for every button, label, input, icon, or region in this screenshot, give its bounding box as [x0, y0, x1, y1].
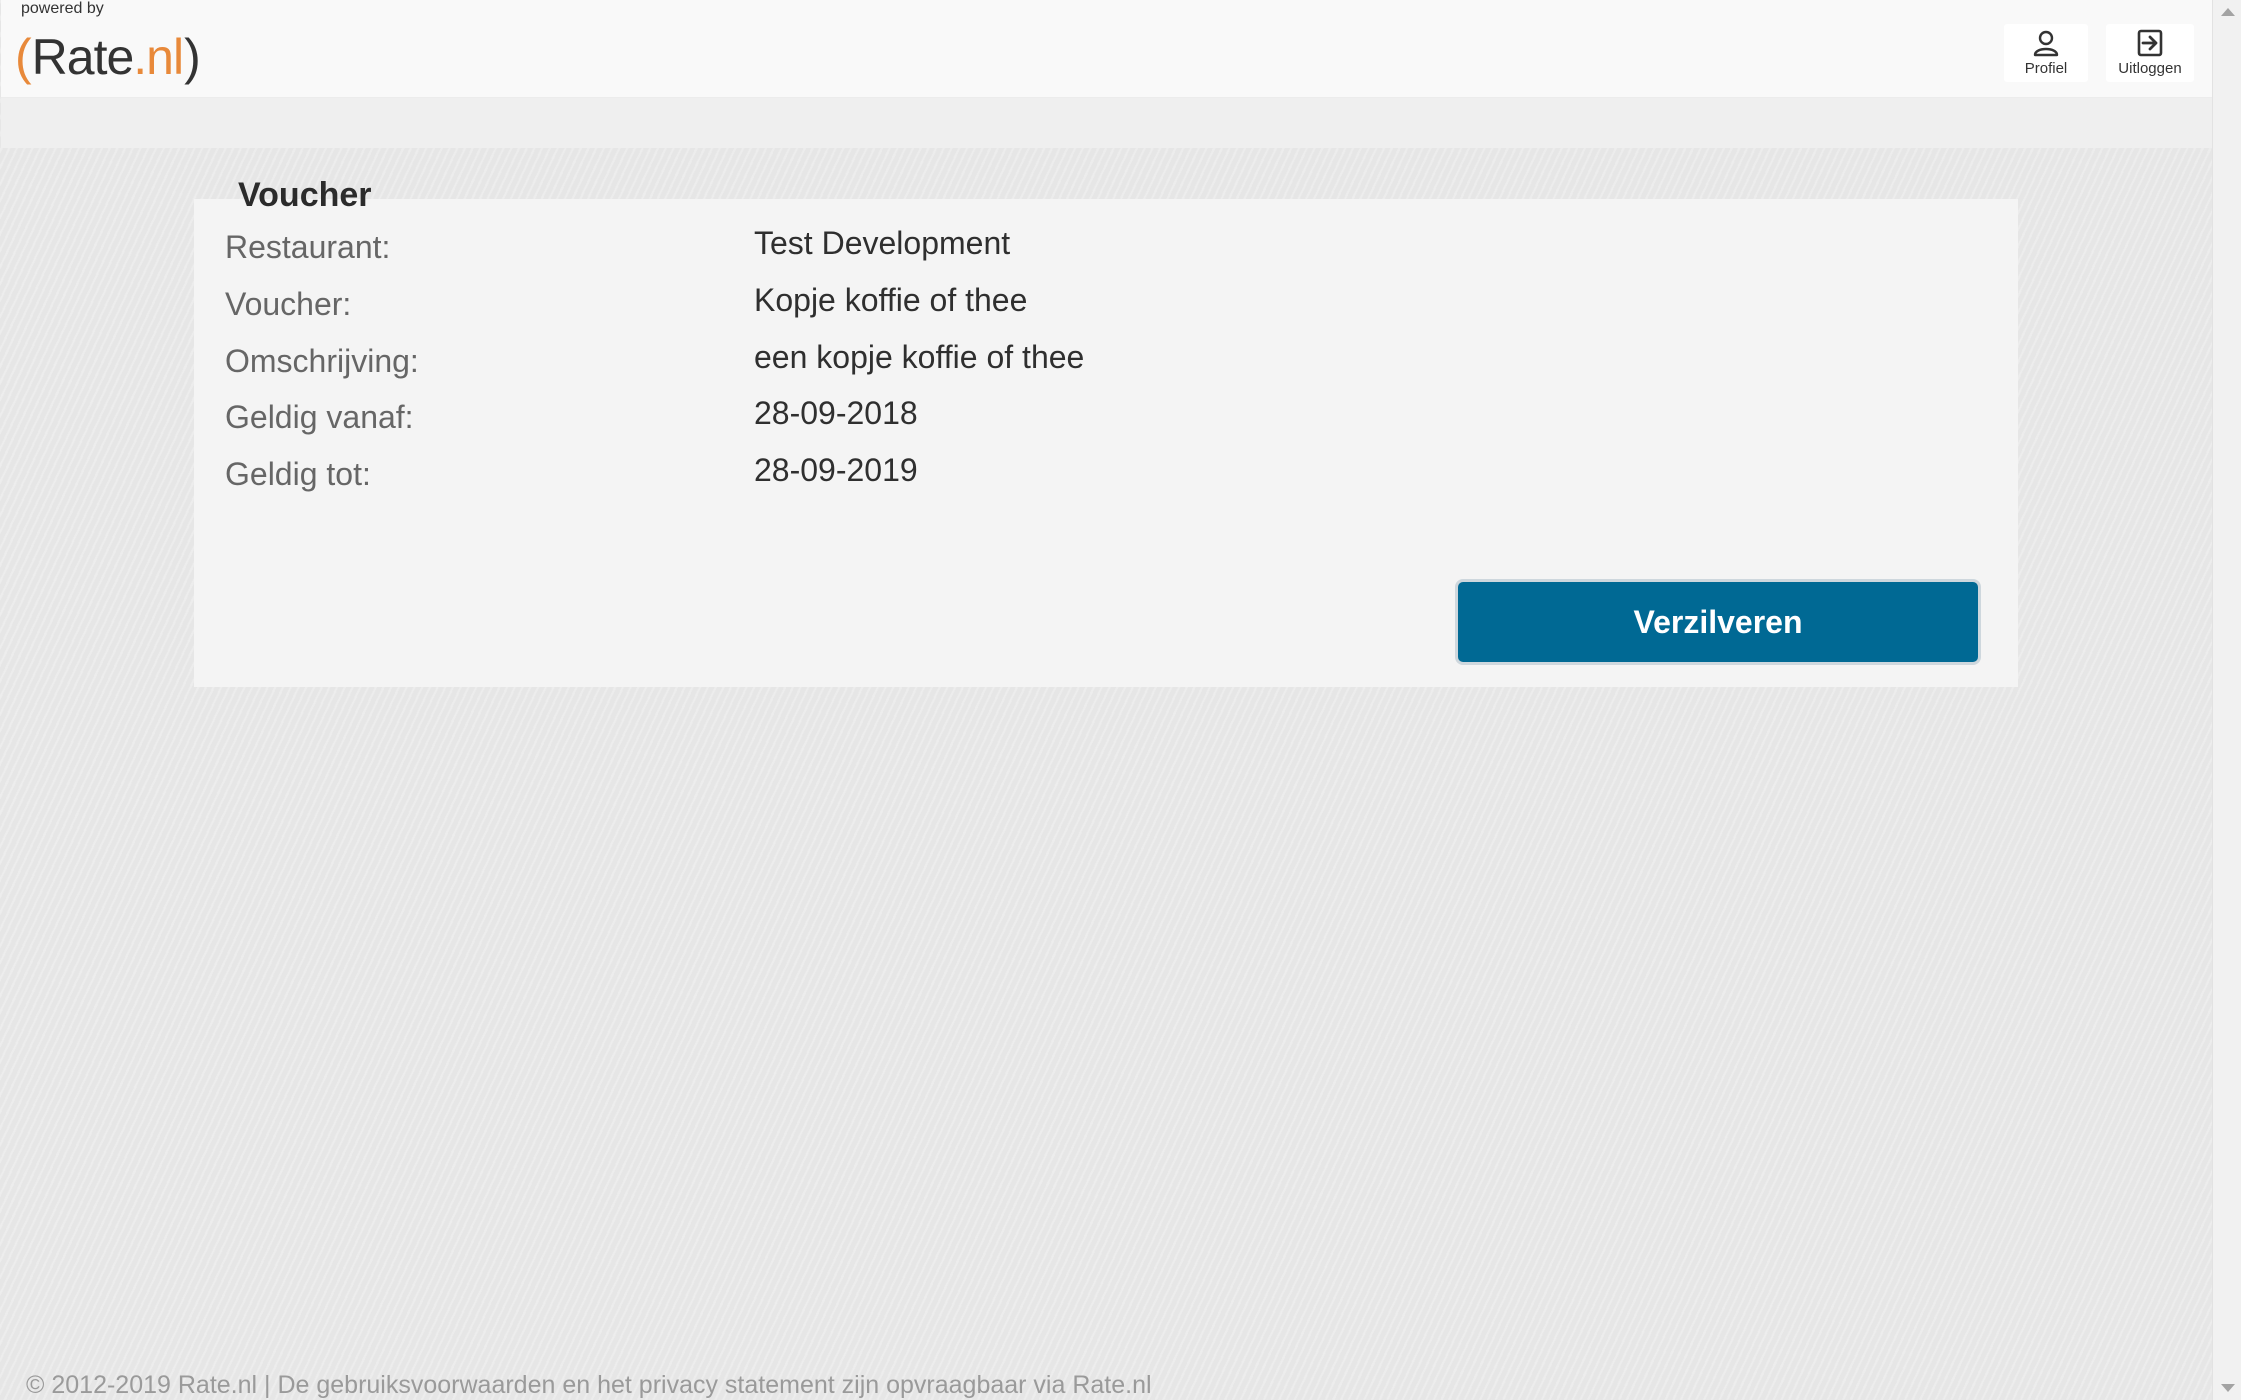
voucher-title: Voucher	[238, 176, 372, 214]
logo-bracket-right: )	[184, 29, 201, 85]
profile-button[interactable]: Profiel	[2004, 24, 2088, 82]
scroll-down-arrow-icon[interactable]	[2221, 1384, 2235, 1392]
voucher-row-description: Omschrijving: een kopje koffie of thee	[194, 313, 2018, 379]
logo-name: Rate	[31, 29, 135, 85]
rate-nl-logo[interactable]: (Rate .nl)	[15, 22, 201, 92]
footer-text: © 2012-2019 Rate.nl | De gebruiksvoorwaa…	[26, 1371, 1152, 1399]
logout-label: Uitloggen	[2118, 60, 2182, 77]
profile-label: Profiel	[2024, 60, 2068, 77]
row-label: Geldig tot:	[225, 456, 371, 492]
vertical-scrollbar[interactable]	[2212, 0, 2241, 1400]
scroll-up-arrow-icon[interactable]	[2221, 8, 2235, 16]
logout-icon	[2137, 29, 2163, 57]
voucher-row-valid-from: Geldig vanaf: 28-09-2018	[194, 369, 2018, 435]
redeem-button[interactable]: Verzilveren	[1455, 579, 1981, 665]
row-value: 28-09-2019	[754, 452, 918, 488]
powered-by-text: powered by	[21, 0, 104, 17]
logout-button[interactable]: Uitloggen	[2106, 24, 2194, 82]
voucher-row-restaurant: Restaurant: Test Development	[194, 199, 2018, 265]
logo-domain: .nl	[133, 29, 184, 85]
voucher-row-valid-until: Geldig tot: 28-09-2019	[194, 426, 2018, 492]
voucher-card: Restaurant: Test Development Voucher: Ko…	[194, 199, 2018, 687]
header-bar: powered by (Rate .nl) Profiel Uitloggen	[1, 0, 2212, 98]
logo-bracket-left: (	[15, 29, 32, 85]
navigation-strip	[1, 98, 2212, 148]
page: powered by (Rate .nl) Profiel Uitloggen R…	[0, 0, 2212, 1400]
user-icon	[2033, 30, 2059, 57]
voucher-row-voucher: Voucher: Kopje koffie of thee	[194, 256, 2018, 322]
